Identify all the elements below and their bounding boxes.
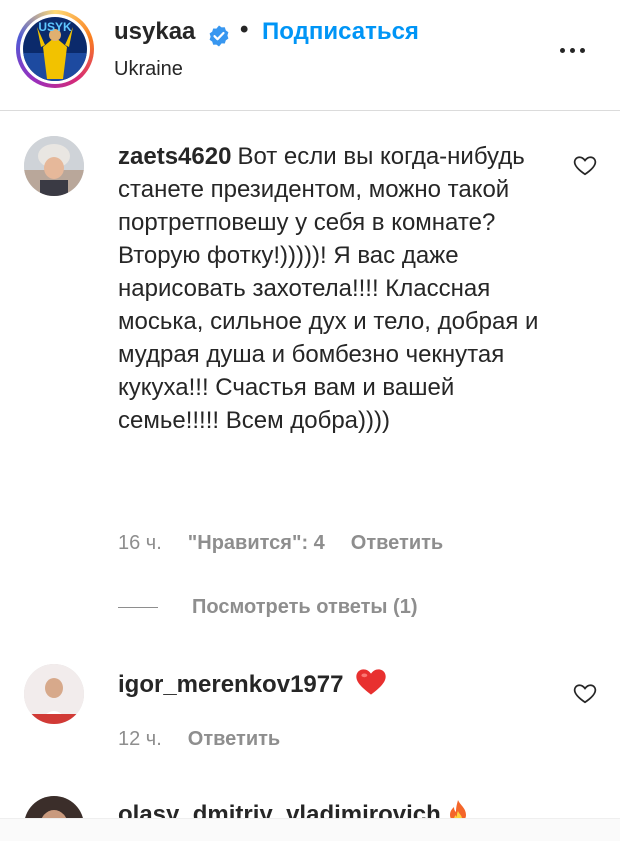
like-heart-icon[interactable]	[572, 680, 598, 706]
comment-body: igor_merenkov1977	[118, 668, 558, 701]
comment-partial: olasy_dmitriy_vladimirovich	[0, 790, 620, 818]
comment-time[interactable]: 16 ч.	[118, 532, 162, 554]
comment-avatar[interactable]	[24, 664, 84, 724]
verified-badge-icon	[209, 25, 229, 47]
comment-username[interactable]: igor_merenkov1977	[118, 671, 343, 698]
post-location[interactable]: Ukraine	[114, 58, 183, 81]
comment-time[interactable]: 12 ч.	[118, 728, 162, 750]
comment-text: Вот если вы когда-нибудь станете президе…	[118, 143, 539, 434]
view-replies-label: Посмотреть ответы (1)	[192, 596, 418, 618]
view-replies-button[interactable]: Посмотреть ответы (1)	[118, 596, 418, 619]
user-photo-icon	[24, 796, 84, 818]
follow-button[interactable]: Подписаться	[262, 18, 419, 46]
heart-emoji-icon	[356, 669, 387, 695]
profile-avatar[interactable]: USYK	[16, 10, 94, 88]
comment-username[interactable]: zaets4620	[118, 143, 231, 170]
post-header: USYK usykaa • Подписаться Ukraine	[0, 0, 620, 111]
user-photo-icon	[24, 664, 84, 724]
bottom-bar	[0, 818, 620, 841]
fire-emoji-icon	[449, 800, 466, 818]
comment-username[interactable]: olasy_dmitriy_vladimirovich	[118, 801, 441, 818]
comment-meta: 16 ч. "Нравится": 4 Ответить	[118, 532, 469, 555]
comment-avatar[interactable]	[24, 796, 84, 818]
more-options-icon[interactable]	[559, 36, 587, 64]
header-separator: •	[240, 16, 249, 43]
user-photo-icon	[24, 136, 84, 196]
comment-body: zaets4620 Вот если вы когда-нибудь станет…	[118, 140, 558, 437]
usyk-logo-icon: USYK	[23, 17, 87, 81]
replies-divider-line	[118, 607, 158, 609]
reply-button[interactable]: Ответить	[351, 532, 443, 554]
comment-avatar[interactable]	[24, 136, 84, 196]
comment-meta: 12 ч. Ответить	[118, 728, 306, 751]
comment-likes[interactable]: "Нравится": 4	[188, 532, 325, 554]
avatar-text: USYK	[38, 20, 72, 34]
like-heart-icon[interactable]	[572, 152, 598, 178]
post-username[interactable]: usykaa	[114, 18, 195, 46]
reply-button[interactable]: Ответить	[188, 728, 280, 750]
comment-body: olasy_dmitriy_vladimirovich	[118, 798, 578, 818]
